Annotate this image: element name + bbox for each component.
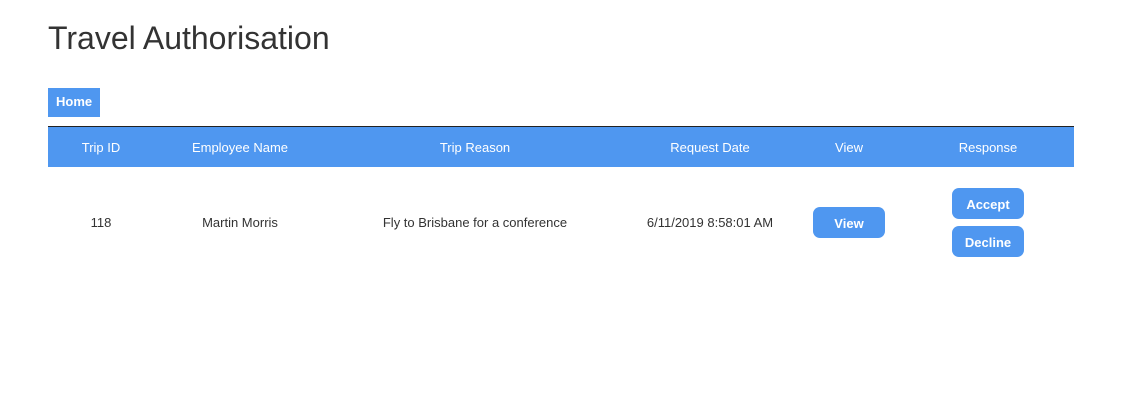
page: Travel Authorisation Home Trip ID Employ…: [0, 0, 1134, 411]
cell-employee-name: Martin Morris: [202, 215, 278, 230]
trips-table: Trip ID Employee Name Trip Reason Reques…: [48, 126, 1074, 278]
table-header: Trip ID Employee Name Trip Reason Reques…: [48, 126, 1074, 167]
accept-button[interactable]: Accept: [952, 188, 1024, 219]
cell-view: View: [796, 167, 902, 278]
nav-bar: Home: [48, 88, 101, 117]
column-header-trip-id: Trip ID: [81, 139, 121, 155]
nav-home-link[interactable]: Home: [48, 88, 101, 117]
table-row: 118 Martin Morris Fly to Brisbane for a …: [48, 167, 1074, 278]
page-title: Travel Authorisation: [48, 20, 330, 56]
column-header-employee-name: Employee Name: [191, 139, 289, 155]
cell-response: Accept Decline: [902, 167, 1074, 278]
column-header-view: View: [835, 139, 863, 155]
table-header-row: Trip ID Employee Name Trip Reason Reques…: [48, 126, 1074, 167]
table-body: 118 Martin Morris Fly to Brisbane for a …: [48, 167, 1074, 278]
view-button[interactable]: View: [813, 207, 885, 238]
column-header-trip-reason: Trip Reason: [439, 139, 511, 155]
column-header-request-date: Request Date: [670, 139, 750, 155]
decline-button[interactable]: Decline: [952, 226, 1024, 257]
column-header-response: Response: [958, 139, 1018, 155]
cell-trip-id: 118: [90, 215, 112, 230]
cell-trip-reason: Fly to Brisbane for a conference: [382, 215, 568, 230]
cell-request-date: 6/11/2019 8:58:01 AM: [646, 215, 774, 230]
